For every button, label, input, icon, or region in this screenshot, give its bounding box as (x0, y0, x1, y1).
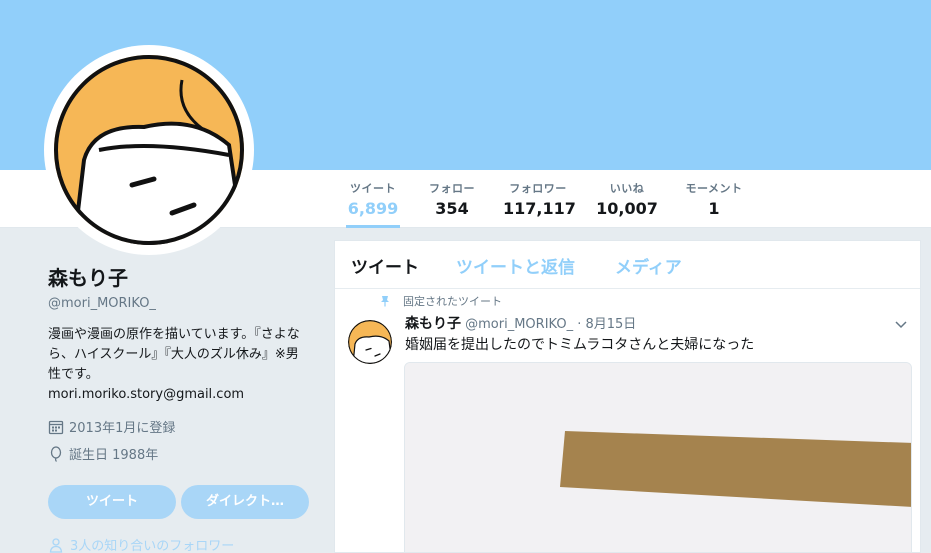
stat-label: いいね (609, 182, 645, 195)
tweet-author-name[interactable]: 森もり子 (405, 316, 461, 332)
stat-value: 354 (435, 199, 469, 218)
stat-label: フォロー (429, 182, 475, 195)
stat-tweets[interactable]: ツイート 6,899 (346, 180, 400, 228)
stat-value: 10,007 (596, 199, 658, 218)
profile-avatar[interactable] (44, 45, 254, 255)
profile-card: 森もり子 @mori_MORIKO_ 漫画や漫画の原作を描いています。『さよなら… (48, 262, 318, 553)
pinned-label: 固定されたツイート (379, 293, 502, 309)
profile-name: 森もり子 (48, 266, 128, 290)
profile-bio: 漫画や漫画の原作を描いています。『さよなら、ハイスクール』『大人のズル休み』※男… (48, 327, 300, 382)
stat-value: 6,899 (347, 199, 399, 218)
stat-followers[interactable]: フォロワー 117,117 (503, 180, 576, 228)
tweet-author-handle[interactable]: @mori_MORIKO_ (465, 317, 573, 332)
balloon-icon (50, 445, 62, 462)
stat-likes[interactable]: いいね 10,007 (596, 180, 658, 228)
tweet-avatar[interactable] (348, 320, 392, 364)
profile-email[interactable]: mori.moriko.story@gmail.com (48, 385, 318, 405)
pin-icon (381, 296, 389, 307)
birthday-text: 誕生日 1988年 (69, 448, 159, 463)
tab-tweets-and-replies[interactable]: ツイートと返信 (456, 253, 575, 278)
tab-tweets[interactable]: ツイート (351, 253, 419, 278)
chevron-down-icon[interactable] (894, 317, 908, 331)
stat-value: 1 (708, 199, 720, 218)
profile-actions: ツイート ダイレクト… (48, 485, 318, 519)
timeline: ツイート ツイートと返信 メディア 固定されたツイート 森もり子 @mori_M… (334, 240, 921, 553)
stat-label: ツイート (350, 182, 396, 195)
followers-you-know-text: 3人の知り合いのフォロワー (70, 539, 235, 553)
person-icon (49, 537, 63, 553)
avatar-illustration (348, 320, 392, 364)
pinned-text: 固定されたツイート (403, 295, 502, 308)
stat-following[interactable]: フォロー 354 (425, 180, 479, 228)
tweet-media[interactable] (404, 362, 912, 552)
stat-label: フォロワー (509, 182, 567, 195)
profile-birthday: 誕生日 1988年 (48, 444, 318, 463)
avatar-illustration (54, 55, 244, 245)
tweet-header: 森もり子 @mori_MORIKO_ · 8月15日 (405, 313, 636, 333)
stat-label: モーメント (685, 182, 743, 195)
profile-handle[interactable]: @mori_MORIKO_ (48, 296, 318, 311)
calendar-icon (48, 420, 64, 434)
tab-media[interactable]: メディア (615, 253, 682, 278)
profile-joined: 2013年1月に登録 (48, 417, 318, 436)
tweet-text: 婚姻届を提出したのでトミムラコタさんと夫婦になった (405, 337, 755, 353)
followers-you-know[interactable]: 3人の知り合いのフォロワー (48, 535, 318, 553)
direct-message-button[interactable]: ダイレクト… (181, 485, 309, 519)
joined-text: 2013年1月に登録 (69, 421, 176, 436)
tweet-photo (405, 363, 911, 552)
tweet-to-button[interactable]: ツイート (48, 485, 176, 519)
stat-value: 117,117 (503, 199, 576, 218)
timeline-tabs: ツイート ツイートと返信 メディア (335, 241, 920, 289)
tweet-date[interactable]: · 8月15日 (577, 317, 636, 332)
stat-moments[interactable]: モーメント 1 (680, 180, 748, 228)
